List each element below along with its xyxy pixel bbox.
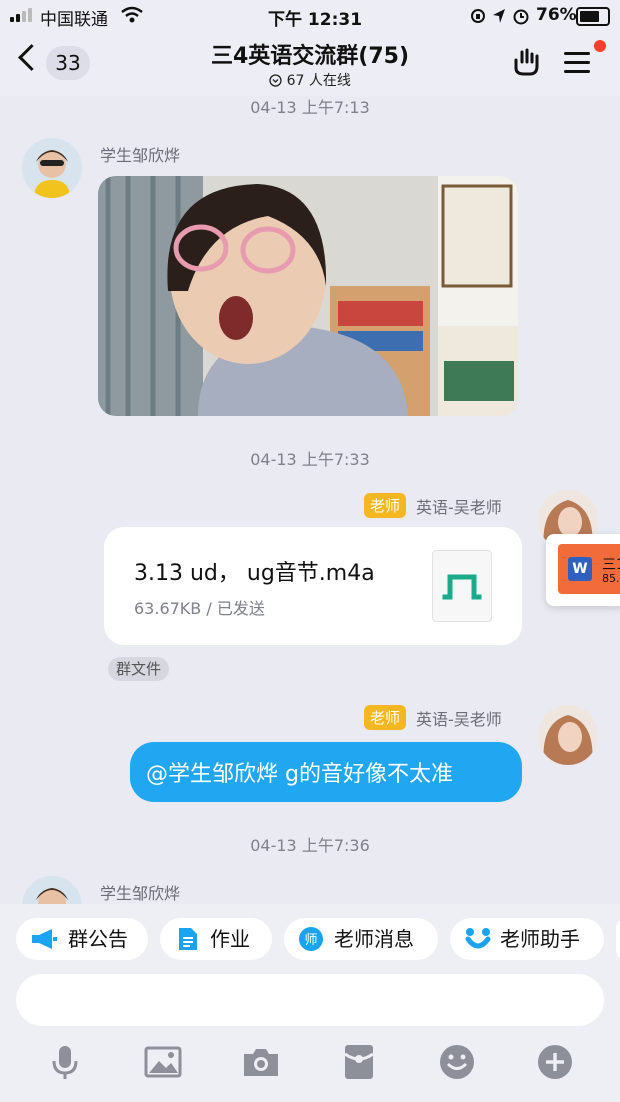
alarm-icon: [513, 9, 529, 25]
document-icon: [179, 928, 197, 950]
quick-action-bar: 群公告 作业 师 老师消息 老师助手: [0, 904, 620, 962]
avatar[interactable]: [22, 138, 82, 198]
teacher-icon: 师: [299, 927, 323, 951]
teacher-badge: 老师: [364, 493, 407, 518]
megaphone-icon: [32, 929, 57, 949]
hand-gesture-icon[interactable]: [510, 46, 542, 78]
emoji-icon[interactable]: [437, 1042, 477, 1082]
signal-bar: [28, 8, 32, 22]
microphone-icon[interactable]: [45, 1042, 85, 1082]
file-message[interactable]: 3.13 ud， ug音节.m4a 63.67KB / 已发送: [104, 527, 522, 645]
chip-label: 作业: [210, 927, 250, 951]
chevron-down-circle-icon: [269, 74, 282, 87]
input-area: [0, 962, 620, 1102]
sender-name: 学生邹欣烨: [100, 884, 181, 903]
timestamp: 04-13 上午7:13: [250, 98, 370, 117]
battery-icon: [576, 7, 610, 26]
file-preview-popup[interactable]: W 三1 85.0: [546, 534, 620, 606]
signal-bar: [10, 17, 14, 22]
teacher-badge: 老师: [364, 705, 407, 730]
file-meta: 63.67KB / 已发送: [134, 599, 265, 618]
chip-label: 老师助手: [500, 927, 580, 951]
sender-name: 英语-吴老师: [416, 498, 502, 517]
image-icon[interactable]: [143, 1042, 183, 1082]
chip-label: 老师消息: [334, 927, 414, 951]
red-packet-icon[interactable]: [339, 1042, 379, 1082]
sender-name: 英语-吴老师: [416, 710, 502, 729]
word-document-icon: W: [568, 557, 592, 581]
sender-name: 学生邹欣烨: [100, 146, 181, 165]
orientation-lock-icon: [471, 9, 485, 23]
group-file-tag[interactable]: 群文件: [108, 657, 170, 681]
homework-chip[interactable]: 作业: [160, 918, 272, 960]
message-text: @学生邹欣烨 g的音好像不太准: [146, 762, 453, 787]
svg-text:师: 师: [304, 933, 317, 948]
online-count: 67 人在线: [286, 73, 351, 89]
chat-header: 33 三4英语交流群(75) 67 人在线: [0, 32, 620, 96]
file-name: 3.13 ud， ug音节.m4a: [134, 561, 375, 586]
audio-file-icon: [432, 550, 492, 622]
carrier-label: 中国联通: [40, 10, 108, 30]
plus-icon[interactable]: [535, 1042, 575, 1082]
teacher-assistant-chip[interactable]: 老师助手: [450, 918, 604, 960]
announcement-chip[interactable]: 群公告: [16, 918, 148, 960]
signal-bar: [22, 11, 26, 22]
wifi-icon: [121, 6, 143, 23]
popup-file-label: 三1: [602, 557, 620, 573]
menu-icon[interactable]: [564, 70, 590, 73]
timestamp: 04-13 上午7:33: [250, 450, 370, 469]
message-input[interactable]: [16, 974, 604, 1026]
location-icon: [493, 9, 505, 23]
chip-label: 群公告: [68, 927, 128, 951]
menu-icon[interactable]: [564, 61, 590, 64]
assistant-icon: [465, 928, 491, 949]
status-bar: 中国联通 下午 12:31 76%: [0, 0, 620, 32]
avatar[interactable]: [538, 705, 598, 765]
camera-icon[interactable]: [241, 1042, 281, 1082]
more-chip[interactable]: [616, 918, 620, 960]
image-message[interactable]: [98, 176, 518, 416]
signal-bar: [16, 14, 20, 22]
text-message[interactable]: @学生邹欣烨 g的音好像不太准: [130, 742, 522, 802]
teacher-message-chip[interactable]: 师 老师消息: [284, 918, 438, 960]
battery-percent: 76%: [536, 5, 577, 25]
popup-file-size: 85.0: [602, 572, 620, 585]
timestamp: 04-13 上午7:36: [250, 836, 370, 855]
clock: 下午 12:31: [268, 10, 363, 30]
menu-icon[interactable]: [564, 52, 590, 55]
notification-dot: [594, 40, 606, 52]
